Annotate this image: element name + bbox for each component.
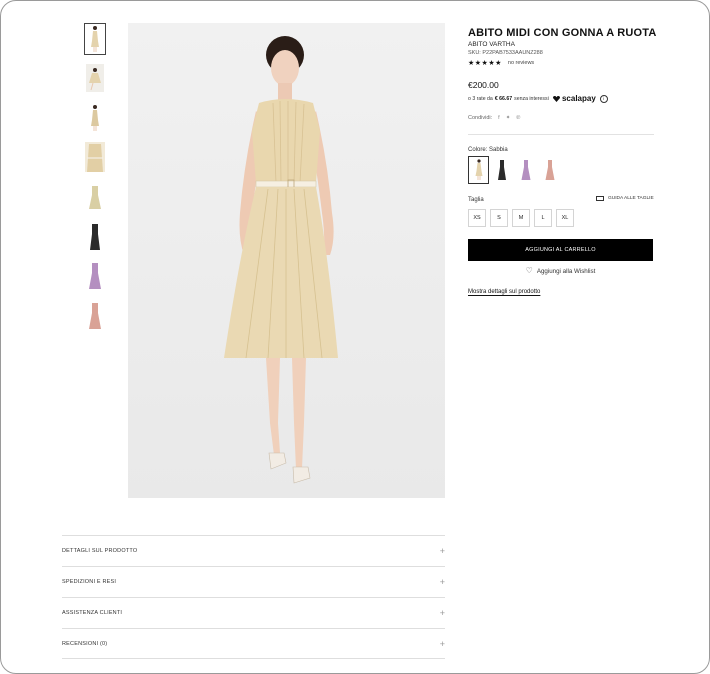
product-subtitle: ABITO VARTHA [468, 41, 515, 48]
scalapay-logo: scalapay [552, 94, 596, 103]
add-to-cart-button[interactable]: AGGIUNGI AL CARRELLO [468, 239, 653, 261]
accordion-item-support[interactable]: ASSISTENZA CLIENTI + [62, 597, 445, 628]
installments-prefix: o 3 rate da [468, 95, 493, 102]
scalapay-label: scalapay [561, 94, 596, 103]
plus-icon: + [439, 638, 445, 649]
pinterest-icon[interactable]: ℗ [516, 115, 520, 121]
show-details-link[interactable]: Mostra dettagli sul prodotto [468, 289, 540, 295]
installments-amount: € 66.67 [494, 95, 513, 102]
accordion-label: RECENSIONI (0) [62, 640, 108, 647]
color-label: Colore: Sabbia [468, 147, 508, 153]
page-frame: ABITO MIDI CON GONNA A RUOTA ABITO VARTH… [0, 0, 710, 674]
swatch-rosa[interactable] [539, 156, 560, 184]
size-option-xl[interactable]: XL [556, 209, 574, 227]
swatch-lilla[interactable] [515, 156, 536, 184]
ruler-icon [596, 196, 604, 201]
rating-stars-icon: ★★★★★ [468, 60, 502, 67]
size-label: Taglia [468, 197, 484, 203]
thumbnail-sabbia-front[interactable] [84, 23, 106, 55]
size-option-l[interactable]: L [534, 209, 552, 227]
facebook-icon[interactable]: f [498, 115, 500, 121]
thumbnail-sabbia-back[interactable] [84, 102, 106, 134]
accordion-item-reviews[interactable]: RECENSIONI (0) + [62, 628, 445, 659]
installments-info: o 3 rate da € 66.67 senza interessi scal… [468, 94, 608, 103]
accordion-label: DETTAGLI SUL PRODOTTO [62, 548, 138, 554]
accordion-item-details[interactable]: DETTAGLI SUL PRODOTTO + [62, 535, 445, 566]
wishlist-label: Aggiungi alla Wishlist [536, 267, 596, 275]
plus-icon: + [439, 546, 445, 556]
swatch-sabbia[interactable] [468, 156, 489, 184]
size-guide-link[interactable]: GUIDA ALLE TAGLIE [596, 196, 654, 201]
add-to-wishlist-button[interactable]: ♡ Aggiungi alla Wishlist [468, 267, 653, 275]
installments-suffix: senza interessi [514, 95, 549, 102]
info-icon[interactable]: i [599, 94, 608, 103]
swatch-nero[interactable] [491, 156, 512, 184]
thumbnail-sabbia-detail[interactable] [84, 141, 106, 173]
accordion-item-shipping[interactable]: SPEDIZIONI E RESI + [62, 566, 445, 597]
product-rating[interactable]: ★★★★★ no reviews [468, 59, 534, 67]
product-price: €200.00 [468, 80, 499, 90]
accordion-label: SPEDIZIONI E RESI [62, 579, 117, 585]
thumbnail-sabbia-flat[interactable] [84, 181, 106, 213]
heart-icon: ♡ [525, 266, 533, 275]
divider [468, 134, 654, 135]
share-bar: Condividi: f ✦ ℗ [468, 115, 520, 121]
plus-icon: + [439, 577, 445, 587]
share-label: Condividi: [468, 115, 493, 121]
main-product-image[interactable] [128, 23, 445, 498]
product-title: ABITO MIDI CON GONNA A RUOTA [468, 27, 657, 39]
thumbnail-rosa-flat[interactable] [84, 300, 106, 332]
twitter-icon[interactable]: ✦ [506, 115, 511, 121]
plus-icon: + [439, 608, 445, 618]
size-option-s[interactable]: S [490, 209, 508, 227]
size-option-m[interactable]: M [512, 209, 530, 227]
reviews-count: no reviews [507, 60, 535, 66]
product-sku: SKU: P22PAB7533AAUNZ288 [468, 50, 543, 56]
thumbnail-sabbia-sitting[interactable] [84, 62, 106, 94]
size-option-xs[interactable]: XS [468, 209, 486, 227]
accordion-label: ASSISTENZA CLIENTI [62, 610, 123, 616]
thumbnail-lilla-flat[interactable] [84, 260, 106, 292]
thumbnail-nero-flat[interactable] [84, 221, 106, 253]
size-guide-label: GUIDA ALLE TAGLIE [608, 196, 654, 201]
